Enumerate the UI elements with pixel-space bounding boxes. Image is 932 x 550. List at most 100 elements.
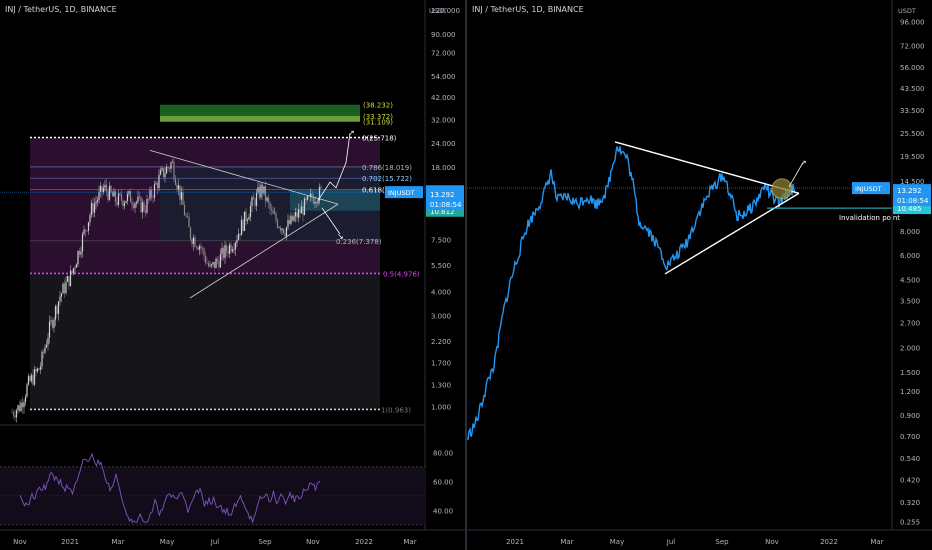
candle-body xyxy=(159,170,162,175)
price-tick: 0.420 xyxy=(900,476,920,484)
triangle-lower-line xyxy=(664,192,800,275)
price-tick: 25.500 xyxy=(900,130,925,138)
candle-body xyxy=(177,185,180,190)
candle-body xyxy=(36,368,39,372)
price-tick: 33.500 xyxy=(900,107,925,115)
candle-body xyxy=(285,227,288,237)
time-tick: Jul xyxy=(666,538,676,546)
candle-body xyxy=(245,211,247,221)
candle-body xyxy=(32,375,34,385)
candle-body xyxy=(105,184,108,192)
candle-body xyxy=(29,376,31,381)
time-tick: Nov xyxy=(765,538,779,546)
candle-body xyxy=(117,193,120,205)
candle-body xyxy=(231,249,234,252)
price-tick: 1.300 xyxy=(431,382,451,390)
candle-body xyxy=(53,319,55,328)
candle-body xyxy=(153,184,156,198)
candle-body xyxy=(168,167,171,169)
candle-body xyxy=(161,168,163,171)
candle-body xyxy=(72,268,75,274)
price-line xyxy=(467,146,796,441)
candle-body xyxy=(132,205,135,208)
price-tick: 2.200 xyxy=(431,338,451,346)
candle-body xyxy=(164,173,166,177)
candle-body xyxy=(272,210,274,214)
candle-body xyxy=(207,263,210,267)
price-tick: 120.000 xyxy=(431,7,460,15)
candle-body xyxy=(300,206,303,214)
target-label: (38.232) xyxy=(363,102,393,110)
price-tick: 6.000 xyxy=(900,252,920,260)
candle-body xyxy=(150,190,153,198)
candle-body xyxy=(188,216,190,228)
candle-body xyxy=(54,306,57,320)
candle-body xyxy=(44,347,46,353)
candle-body xyxy=(86,230,88,232)
candle-body xyxy=(218,260,220,268)
candle-body xyxy=(228,244,231,254)
candle-body xyxy=(101,185,103,193)
price-tick: 43.500 xyxy=(900,85,925,93)
candle-body xyxy=(314,201,316,204)
rsi-tick: 80.00 xyxy=(433,449,453,457)
candle-body xyxy=(140,196,142,213)
candle-body xyxy=(135,201,138,204)
candle-body xyxy=(171,161,174,163)
candle-body xyxy=(45,344,48,348)
candle-body xyxy=(149,190,151,200)
candle-body xyxy=(246,219,249,221)
target-label: (31.109) xyxy=(363,119,393,127)
candle-body xyxy=(120,194,123,201)
candle-body xyxy=(176,184,178,190)
time-tick: 2021 xyxy=(506,538,524,546)
candle-body xyxy=(110,185,112,193)
price-tick: 0.540 xyxy=(900,455,920,463)
candle-body xyxy=(26,384,28,397)
right-chart-canvas[interactable]: ↗ Invalidation point USDT 96.000 72.000 56.00… xyxy=(467,0,932,550)
candle-body xyxy=(165,167,168,174)
candle-body xyxy=(260,184,262,198)
candle-body xyxy=(192,237,195,245)
candle-body xyxy=(77,250,79,265)
candle-body xyxy=(312,197,315,204)
candle-body xyxy=(99,185,102,192)
candle-body xyxy=(288,220,291,224)
candle-body xyxy=(56,306,58,314)
candle-body xyxy=(230,244,232,252)
price-tick: 56.000 xyxy=(900,64,925,72)
candle-body xyxy=(51,320,54,328)
candle-body xyxy=(281,228,283,231)
candle-body xyxy=(71,270,73,274)
candle-body xyxy=(254,199,256,206)
left-chart-pane[interactable]: 0(25.718)0.786(18.019)0.702(15.722)0.618… xyxy=(0,0,465,550)
time-tick: 2022 xyxy=(820,538,838,546)
symbol-tag: INJUSDT xyxy=(388,189,415,197)
price-tick: 0.900 xyxy=(900,412,920,420)
candle-body xyxy=(296,212,298,218)
price-tick: 1.500 xyxy=(900,369,920,377)
candle-body xyxy=(185,215,187,216)
candle-body xyxy=(294,212,297,217)
candle-body xyxy=(182,192,184,205)
candle-body xyxy=(303,198,306,216)
left-chart-canvas[interactable]: 0(25.718)0.786(18.019)0.702(15.722)0.618… xyxy=(0,0,465,550)
candle-body xyxy=(137,196,139,202)
candle-body xyxy=(197,247,199,250)
candle-body xyxy=(75,264,78,268)
candle-body xyxy=(126,193,129,202)
breakout-arrow-head: ↗ xyxy=(800,159,807,168)
candle-body xyxy=(17,405,19,411)
candle-body xyxy=(30,375,33,381)
candle-body xyxy=(282,228,285,234)
candle-body xyxy=(279,227,282,231)
candle-body xyxy=(131,202,133,206)
candle-body xyxy=(174,179,177,185)
candle-body xyxy=(35,369,37,372)
price-tick: 24.000 xyxy=(431,140,456,148)
candle-body xyxy=(306,195,309,200)
candle-body xyxy=(198,246,201,250)
candle-body xyxy=(66,276,69,282)
candle-body xyxy=(138,196,141,198)
right-chart-pane[interactable]: ↗ Invalidation point USDT 96.000 72.000 56.00… xyxy=(467,0,932,550)
